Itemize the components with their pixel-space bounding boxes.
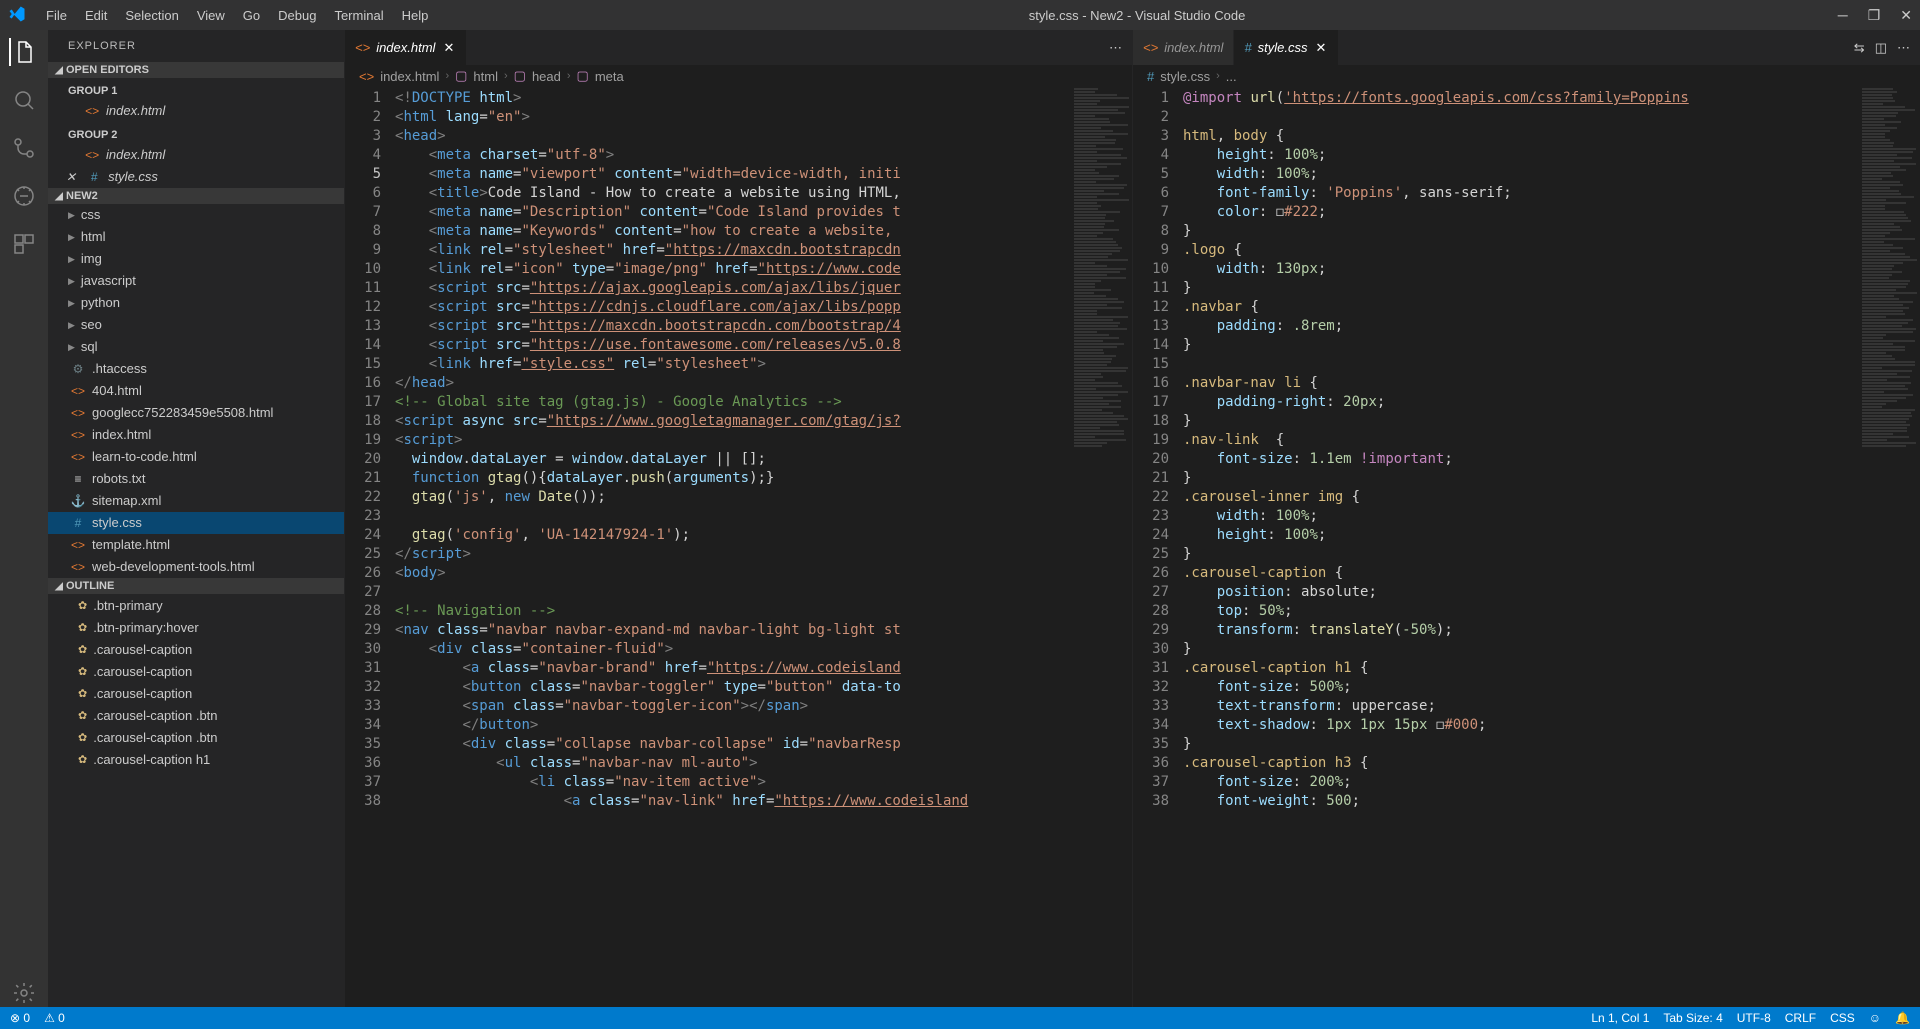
menu-bar: File Edit Selection View Go Debug Termin… (38, 4, 436, 27)
file-item[interactable]: <>index.html (48, 424, 344, 446)
outline-header[interactable]: ◢OUTLINE (48, 578, 344, 594)
file-item[interactable]: <>learn-to-code.html (48, 446, 344, 468)
open-editor-item[interactable]: ✕#style.css (48, 166, 344, 188)
menu-terminal[interactable]: Terminal (326, 4, 391, 27)
minimap[interactable] (1860, 87, 1920, 1007)
folder-item[interactable]: ▶html (48, 226, 344, 248)
close-icon[interactable]: ✕ (1900, 7, 1912, 24)
editor-group-1: <>index.html✕ ⋯ <>index.html› ▢html› ▢he… (344, 30, 1132, 1007)
menu-debug[interactable]: Debug (270, 4, 324, 27)
folder-item[interactable]: ▶seo (48, 314, 344, 336)
menu-edit[interactable]: Edit (77, 4, 115, 27)
line-gutter: 1234567891011121314151617181920212223242… (1133, 87, 1183, 1007)
line-gutter: 1234567891011121314151617181920212223242… (345, 87, 395, 1007)
outline-item[interactable]: ✿.btn-primary:hover (48, 616, 344, 638)
file-item[interactable]: <>googlecc752283459e5508.html (48, 402, 344, 424)
status-warnings[interactable]: ⚠ 0 (44, 1011, 65, 1025)
outline-item[interactable]: ✿.carousel-caption (48, 682, 344, 704)
close-editor-icon[interactable]: ✕ (66, 166, 76, 188)
status-encoding[interactable]: UTF-8 (1737, 1011, 1771, 1025)
menu-file[interactable]: File (38, 4, 75, 27)
folder-item[interactable]: ▶css (48, 204, 344, 226)
minimap[interactable] (1072, 87, 1132, 1007)
file-item[interactable]: <>web-development-tools.html (48, 556, 344, 578)
status-bar: ⊗ 0 ⚠ 0 Ln 1, Col 1 Tab Size: 4 UTF-8 CR… (0, 1007, 1920, 1029)
activity-bar (0, 30, 48, 1007)
search-icon[interactable] (10, 86, 38, 114)
sidebar-title: EXPLORER (48, 30, 344, 62)
file-item[interactable]: ⚙.htaccess (48, 358, 344, 380)
menu-selection[interactable]: Selection (117, 4, 186, 27)
menu-help[interactable]: Help (394, 4, 437, 27)
file-item[interactable]: ⚓sitemap.xml (48, 490, 344, 512)
more-icon[interactable]: ⋯ (1897, 40, 1910, 56)
file-item[interactable]: <>template.html (48, 534, 344, 556)
titlebar: File Edit Selection View Go Debug Termin… (0, 0, 1920, 30)
close-tab-icon[interactable]: ✕ (1314, 40, 1329, 56)
status-errors[interactable]: ⊗ 0 (10, 1011, 30, 1025)
close-tab-icon[interactable]: ✕ (441, 40, 456, 56)
vscode-logo-icon (8, 5, 28, 25)
group-2-label: GROUP 2 (48, 122, 344, 144)
status-cursor[interactable]: Ln 1, Col 1 (1591, 1011, 1649, 1025)
group-1-label: GROUP 1 (48, 78, 344, 100)
status-eol[interactable]: CRLF (1785, 1011, 1816, 1025)
outline-item[interactable]: ✿.btn-primary (48, 594, 344, 616)
status-tabsize[interactable]: Tab Size: 4 (1663, 1011, 1722, 1025)
compare-icon[interactable]: ⇆ (1854, 40, 1865, 56)
editor-group-2: <>index.html #style.css✕ ⇆ ◫ ⋯ #style.cs… (1132, 30, 1920, 1007)
outline-item[interactable]: ✿.carousel-caption (48, 638, 344, 660)
minimize-icon[interactable]: ─ (1838, 7, 1848, 24)
project-header[interactable]: ◢NEW2 (48, 188, 344, 204)
outline-item[interactable]: ✿.carousel-caption h1 (48, 748, 344, 770)
folder-item[interactable]: ▶img (48, 248, 344, 270)
menu-go[interactable]: Go (235, 4, 268, 27)
folder-item[interactable]: ▶sql (48, 336, 344, 358)
settings-gear-icon[interactable] (10, 979, 38, 1007)
explorer-icon[interactable] (9, 38, 37, 66)
open-editor-item[interactable]: <>index.html (48, 144, 344, 166)
status-lang[interactable]: CSS (1830, 1011, 1855, 1025)
debug-icon[interactable] (10, 182, 38, 210)
folder-item[interactable]: ▶javascript (48, 270, 344, 292)
tab-style-css[interactable]: #style.css✕ (1234, 30, 1339, 65)
open-editors-header[interactable]: ◢OPEN EDITORS (48, 62, 344, 78)
outline-item[interactable]: ✿.carousel-caption .btn (48, 704, 344, 726)
breadcrumb[interactable]: #style.css›... (1133, 65, 1920, 87)
outline-item[interactable]: ✿.carousel-caption (48, 660, 344, 682)
breadcrumb[interactable]: <>index.html› ▢html› ▢head› ▢meta (345, 65, 1132, 87)
file-item[interactable]: ≡robots.txt (48, 468, 344, 490)
code-editor[interactable]: @import url('https://fonts.googleapis.co… (1183, 87, 1860, 1007)
window-title: style.css - New2 - Visual Studio Code (436, 8, 1837, 23)
source-control-icon[interactable] (10, 134, 38, 162)
tab-index-html-2[interactable]: <>index.html (1133, 30, 1234, 65)
sidebar: EXPLORER ◢OPEN EDITORS GROUP 1 <>index.h… (48, 30, 344, 1007)
tab-index-html[interactable]: <>index.html✕ (345, 30, 467, 65)
outline-item[interactable]: ✿.carousel-caption .btn (48, 726, 344, 748)
folder-item[interactable]: ▶python (48, 292, 344, 314)
file-item[interactable]: #style.css (48, 512, 344, 534)
maximize-icon[interactable]: ❐ (1868, 7, 1881, 24)
split-icon[interactable]: ◫ (1875, 40, 1887, 56)
open-editor-item[interactable]: <>index.html (48, 100, 344, 122)
code-editor[interactable]: <!DOCTYPE html><html lang="en"><head> <m… (395, 87, 1072, 1007)
status-feedback-icon[interactable]: ☺ (1869, 1011, 1881, 1025)
file-item[interactable]: <>404.html (48, 380, 344, 402)
status-bell-icon[interactable]: 🔔 (1895, 1011, 1910, 1025)
more-icon[interactable]: ⋯ (1109, 40, 1122, 56)
extensions-icon[interactable] (10, 230, 38, 258)
menu-view[interactable]: View (189, 4, 233, 27)
